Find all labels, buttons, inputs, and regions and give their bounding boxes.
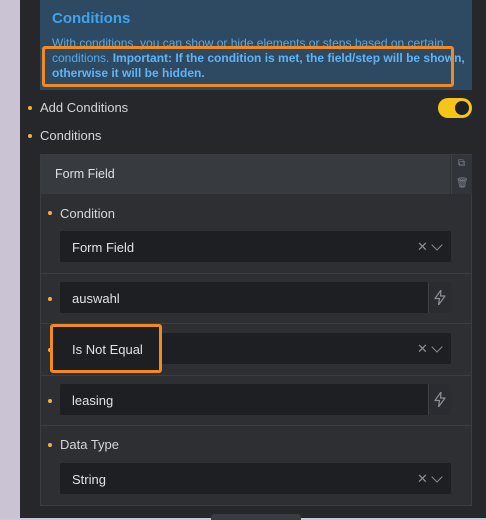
operator-select-value: Is Not Equal [72, 342, 143, 357]
data-type-value: String [72, 472, 106, 487]
important-highlight-box [42, 46, 454, 87]
divider [41, 425, 471, 426]
required-dot [28, 106, 32, 110]
condition-label: Condition [60, 206, 115, 221]
dynamic-data-button[interactable] [428, 282, 451, 313]
add-conditions-label: Add Conditions [40, 100, 129, 115]
data-type-select[interactable] [60, 463, 451, 494]
data-type-label: Data Type [60, 437, 120, 452]
left-strip [0, 0, 20, 518]
compare-value-input[interactable] [60, 384, 429, 415]
required-dot [28, 134, 32, 138]
required-dot [48, 443, 52, 447]
divider [41, 273, 471, 274]
clear-icon[interactable]: ✕ [417, 239, 428, 255]
field-name-value: auswahl [72, 291, 120, 306]
divider [41, 375, 471, 376]
conditions-label: Conditions [40, 128, 102, 143]
toggle-knob [455, 101, 469, 115]
trash-icon[interactable]: 🗑 [456, 178, 469, 189]
bolt-icon [434, 290, 446, 305]
clear-icon[interactable]: ✕ [417, 341, 428, 357]
clear-icon[interactable]: ✕ [417, 471, 428, 487]
condition-card-title: Form Field [55, 167, 115, 181]
conditions-info-title: Conditions [52, 10, 131, 27]
required-dot [48, 211, 52, 215]
bolt-icon [434, 392, 446, 407]
condition-select-value: Form Field [72, 240, 135, 255]
required-dot [48, 297, 52, 301]
add-condition-button-edge[interactable] [211, 514, 301, 520]
compare-value: leasing [72, 393, 114, 408]
dynamic-data-button[interactable] [428, 384, 451, 415]
required-dot [48, 399, 52, 403]
duplicate-icon[interactable]: ⧉ [456, 158, 467, 169]
